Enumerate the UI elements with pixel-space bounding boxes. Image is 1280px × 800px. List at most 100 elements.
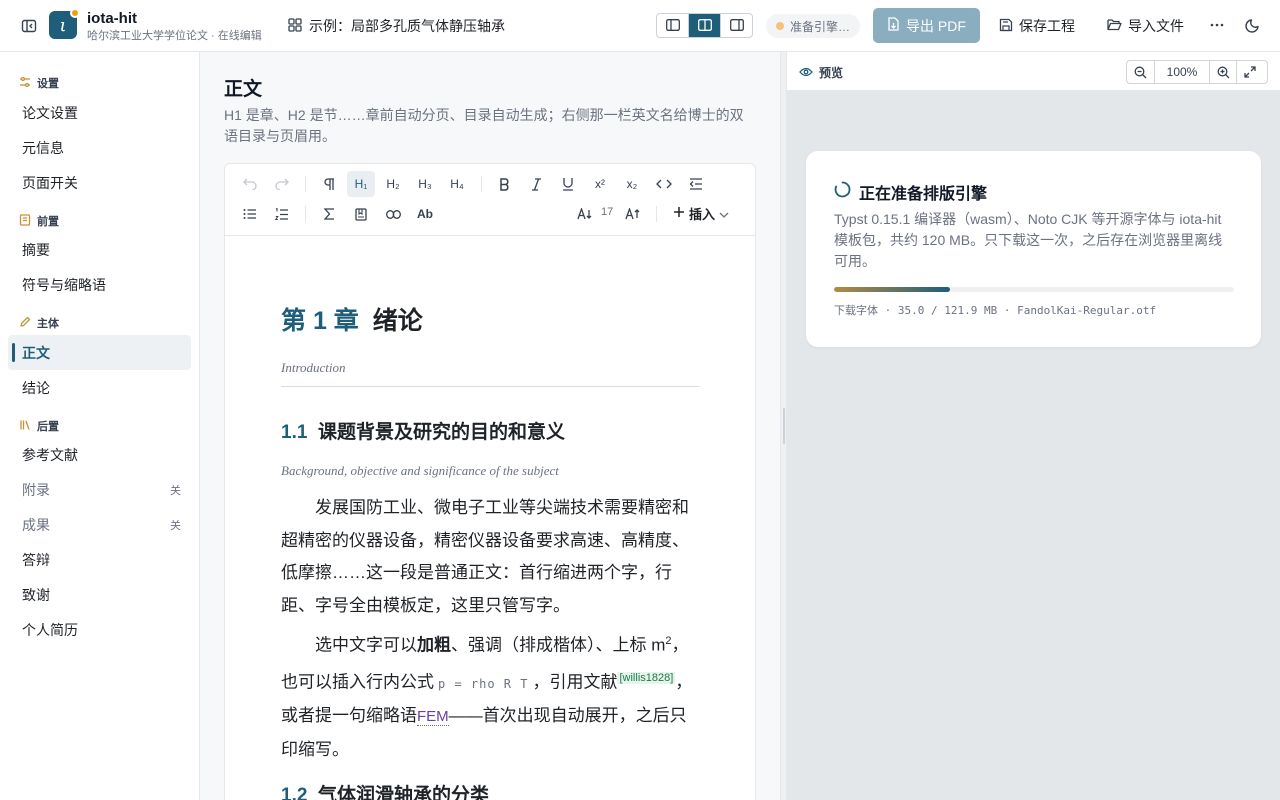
sidebar-item-conclusion[interactable]: 结论 xyxy=(8,370,191,405)
resize-grip[interactable] xyxy=(783,408,785,444)
sidebar-item-abstract[interactable]: 摘要 xyxy=(8,232,191,267)
preview-label: 预览 xyxy=(799,64,843,81)
off-badge: 关 xyxy=(170,519,181,532)
inline-formula[interactable]: p = rho R T xyxy=(434,677,532,691)
zoom-level: 100% xyxy=(1154,61,1209,83)
zoom-in-icon[interactable] xyxy=(1209,61,1236,83)
download-progress-bar xyxy=(834,287,1234,292)
body-paragraph: 发展国防工业、微电子工业等尖端技术需要精密和超精密的仪器设备，精密仪器设备要求高… xyxy=(281,498,689,615)
font-size-value: 17 xyxy=(601,206,614,218)
sidebar-item-metadata[interactable]: 元信息 xyxy=(8,130,191,165)
sidebar-item-appendix[interactable]: 附录 关 xyxy=(8,472,191,507)
project-selector[interactable]: 示例：局部多孔质气体静压轴承 xyxy=(288,16,505,36)
layout-editor-only-button[interactable] xyxy=(657,14,688,37)
chapter-divider xyxy=(281,386,699,387)
heading-1-button[interactable]: H₁ xyxy=(347,171,375,197)
underline-icon[interactable] xyxy=(554,171,582,197)
zoom-out-icon[interactable] xyxy=(1127,61,1154,83)
save-project-button[interactable]: 保存工程 xyxy=(999,16,1075,36)
bullet-list-icon[interactable] xyxy=(236,201,264,227)
text-run: ，引用文献 xyxy=(532,672,618,692)
layout-preview-only-button[interactable] xyxy=(720,14,752,37)
text-run: 选中文字可以 xyxy=(315,635,417,655)
numbered-list-icon[interactable] xyxy=(268,201,296,227)
insert-label: 插入 xyxy=(689,207,716,222)
superscript-button[interactable]: x² xyxy=(586,171,614,197)
pane-resize-handle[interactable] xyxy=(780,52,787,800)
sidebar-section-label: 主体 xyxy=(37,318,59,330)
project-title: 示例：局部多孔质气体静压轴承 xyxy=(309,18,505,34)
sidebar-section-front: 前置 xyxy=(19,213,59,229)
eye-icon xyxy=(799,66,813,80)
font-increase-icon[interactable] xyxy=(618,201,646,227)
download-progress-fill xyxy=(834,287,950,292)
sidebar-item-acknowledgements[interactable]: 致谢 xyxy=(8,577,191,612)
editor-toolbar: H₁ H₂ H₃ H₄ x² x₂ Ab 17 插入 xyxy=(225,164,755,236)
sidebar-item-label: 元信息 xyxy=(22,139,64,156)
status-dot xyxy=(776,22,784,30)
abbreviation-button[interactable]: Ab xyxy=(411,201,439,227)
export-pdf-label: 导出 PDF xyxy=(906,17,966,34)
body-paragraph: 选中文字可以加粗、强调（排成楷体）、上标 m2，也可以插入行内公式 p = rho… xyxy=(281,625,699,766)
redo-icon[interactable] xyxy=(268,171,296,197)
sidebar-section-back: 后置 xyxy=(19,418,59,434)
sidebar-item-symbols[interactable]: 符号与缩略语 xyxy=(8,267,191,302)
citation-chip[interactable]: [willis1828] xyxy=(617,672,676,685)
import-file-button[interactable]: 导入文件 xyxy=(1107,16,1184,36)
sidebar-item-main-text[interactable]: 正文 xyxy=(8,335,191,370)
sidebar-item-resume[interactable]: 个人简历 xyxy=(8,612,191,647)
paragraph-icon[interactable] xyxy=(315,171,343,197)
chapter-english-title[interactable]: Introduction xyxy=(281,360,346,376)
italic-icon[interactable] xyxy=(522,171,550,197)
chapter-heading: 第 1 章 绪论 xyxy=(281,301,423,337)
sidebar-item-label: 成果 xyxy=(22,516,50,533)
sidebar-item-thesis-settings[interactable]: 论文设置 xyxy=(8,95,191,130)
formula-sigma-icon[interactable] xyxy=(315,201,343,227)
app-title: iota-hit xyxy=(87,10,137,27)
sidebar-item-label: 附录 xyxy=(22,481,50,498)
link-icon[interactable] xyxy=(379,201,407,227)
chevron-down-icon xyxy=(719,206,729,221)
subscript-button[interactable]: x₂ xyxy=(618,171,646,197)
loading-spinner-icon xyxy=(834,181,851,203)
sidebar-item-label: 结论 xyxy=(22,379,50,396)
engine-loading-description: Typst 0.15.1 编译器（wasm）、Noto CJK 等开源字体与 i… xyxy=(834,211,1223,269)
text-run: 、强调（排成楷体）、上标 m xyxy=(451,635,666,655)
file-export-icon xyxy=(887,17,900,34)
sidebar-toggle-icon[interactable] xyxy=(19,16,39,36)
export-pdf-button[interactable]: 导出 PDF xyxy=(873,8,980,43)
citation-book-icon[interactable] xyxy=(347,201,375,227)
code-icon[interactable] xyxy=(650,171,678,197)
sidebar-item-label: 正文 xyxy=(22,344,50,361)
outdent-icon[interactable] xyxy=(682,171,710,197)
library-icon xyxy=(19,419,31,434)
sidebar-item-page-toggles[interactable]: 页面开关 xyxy=(8,165,191,200)
sidebar-item-achievements[interactable]: 成果 关 xyxy=(8,507,191,542)
layout-split-button[interactable] xyxy=(688,14,720,37)
heading-3-button[interactable]: H₃ xyxy=(411,171,439,197)
sidebar-item-defense[interactable]: 答辩 xyxy=(8,542,191,577)
sidebar-section-settings: 设置 xyxy=(19,75,59,91)
save-icon xyxy=(999,18,1013,35)
abbreviation-chip[interactable]: FEM xyxy=(417,708,449,727)
sidebar-item-label: 个人简历 xyxy=(22,621,78,638)
sidebar-section-label: 后置 xyxy=(37,421,59,433)
fullscreen-icon[interactable] xyxy=(1236,61,1263,83)
section-english-title[interactable]: Background, objective and significance o… xyxy=(281,463,559,479)
save-project-label: 保存工程 xyxy=(1019,18,1075,34)
sidebar-item-references[interactable]: 参考文献 xyxy=(8,437,191,472)
more-options-icon[interactable] xyxy=(1209,17,1225,33)
insert-menu-button[interactable]: 插入 xyxy=(673,204,729,223)
bold-icon[interactable] xyxy=(490,171,518,197)
heading-2-button[interactable]: H₂ xyxy=(379,171,407,197)
page-title: 正文 xyxy=(224,79,263,100)
app-logo[interactable]: ι xyxy=(49,8,80,39)
import-file-label: 导入文件 xyxy=(1128,18,1184,34)
sidebar-section-label: 前置 xyxy=(37,216,59,228)
logo-status-dot xyxy=(70,8,80,18)
dark-mode-moon-icon[interactable] xyxy=(1245,17,1261,33)
toolbar-divider xyxy=(305,206,306,222)
undo-icon[interactable] xyxy=(236,171,264,197)
font-decrease-icon[interactable] xyxy=(570,201,598,227)
heading-4-button[interactable]: H₄ xyxy=(443,171,471,197)
